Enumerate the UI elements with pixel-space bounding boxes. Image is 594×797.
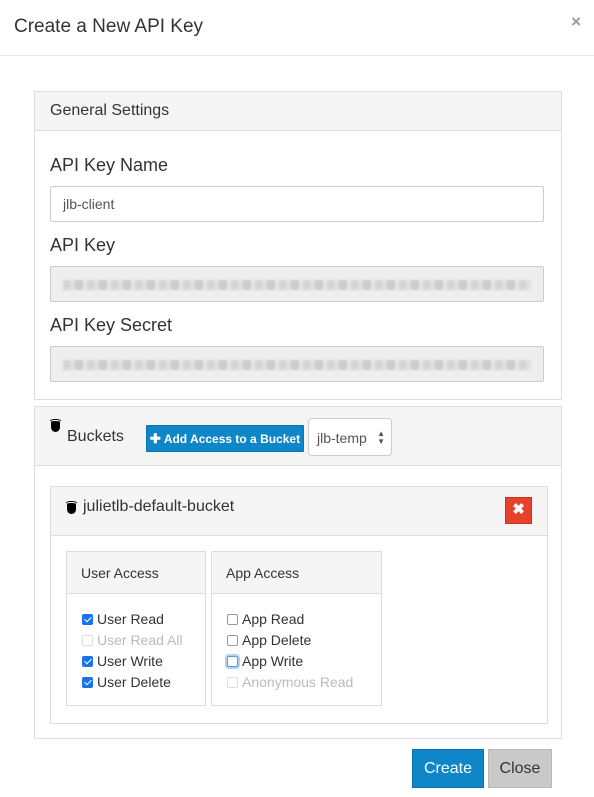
user-read-checkbox[interactable]: User Read (82, 610, 164, 628)
buckets-header: Buckets ✚ Add Access to a Bucket jlb-temp… (35, 407, 561, 466)
api-key-secret-redacted-value (63, 360, 531, 370)
buckets-label: Buckets (67, 428, 124, 445)
user-read-label: User Read (97, 611, 164, 627)
api-key-secret-field (50, 346, 544, 382)
bucket-select-value: jlb-temp (317, 430, 367, 446)
app-read-label: App Read (242, 611, 305, 627)
general-settings-panel: General Settings API Key Name API Key AP… (34, 91, 562, 400)
plus-icon: ✚ (149, 431, 161, 446)
add-bucket-access-label: Add Access to a Bucket (163, 432, 301, 446)
app-read-checkbox[interactable]: App Read (227, 610, 304, 628)
checkbox-checked-icon[interactable] (82, 613, 93, 625)
checkbox-focused-icon[interactable] (227, 655, 238, 667)
anonymous-read-checkbox: Anonymous Read (227, 673, 353, 691)
add-bucket-access-button[interactable]: ✚ Add Access to a Bucket (146, 425, 304, 452)
create-button[interactable]: Create (412, 749, 484, 788)
modal-header: Create a New API Key × (0, 0, 594, 56)
app-access-panel: App Access App Read App Delete App Write… (211, 551, 382, 706)
api-key-field (50, 266, 544, 302)
api-key-secret-label: API Key Secret (50, 315, 173, 335)
checkbox-disabled-icon (82, 634, 93, 646)
anonymous-read-label: Anonymous Read (242, 674, 354, 690)
user-read-all-label: User Read All (97, 632, 183, 648)
api-key-name-input[interactable] (50, 186, 544, 222)
user-access-panel: User Access User Read User Read All User… (66, 551, 206, 706)
bucket-icon (50, 419, 61, 433)
buckets-panel: Buckets ✚ Add Access to a Bucket jlb-temp… (34, 406, 562, 739)
user-write-checkbox[interactable]: User Write (82, 652, 163, 670)
close-icon[interactable]: × (571, 12, 581, 32)
general-settings-title: General Settings (50, 102, 170, 119)
bucket-name: julietlb-default-bucket (83, 498, 235, 515)
user-access-title: User Access (81, 565, 159, 581)
app-delete-label: App Delete (242, 632, 312, 648)
user-delete-label: User Delete (97, 674, 171, 690)
remove-bucket-button[interactable]: ✖ (505, 497, 532, 524)
bucket-entry-header: julietlb-default-bucket ✖ (51, 487, 547, 536)
checkbox-icon[interactable] (227, 634, 238, 646)
api-key-redacted-value (63, 280, 531, 290)
api-key-name-label: API Key Name (50, 155, 169, 175)
app-delete-checkbox[interactable]: App Delete (227, 631, 311, 649)
bucket-select[interactable]: jlb-temp ▲ ▼ (308, 418, 392, 456)
checkbox-checked-icon[interactable] (82, 655, 93, 667)
checkbox-disabled-icon (227, 676, 238, 688)
app-access-header: App Access (212, 552, 381, 594)
user-access-header: User Access (67, 552, 205, 594)
bucket-entry: julietlb-default-bucket ✖ User Access Us… (50, 486, 548, 724)
user-read-all-checkbox: User Read All (82, 631, 183, 649)
modal-title: Create a New API Key (14, 16, 204, 37)
api-key-label: API Key (50, 235, 116, 255)
general-settings-header: General Settings (35, 92, 561, 131)
bucket-icon (66, 501, 77, 515)
user-write-label: User Write (97, 653, 163, 669)
app-write-label: App Write (242, 653, 304, 669)
select-arrows-icon: ▲ ▼ (377, 429, 385, 446)
app-write-checkbox[interactable]: App Write (227, 652, 303, 670)
user-delete-checkbox[interactable]: User Delete (82, 673, 171, 691)
close-button[interactable]: Close (488, 749, 552, 788)
checkbox-checked-icon[interactable] (82, 676, 93, 688)
checkbox-icon[interactable] (227, 613, 238, 625)
app-access-title: App Access (226, 565, 300, 581)
